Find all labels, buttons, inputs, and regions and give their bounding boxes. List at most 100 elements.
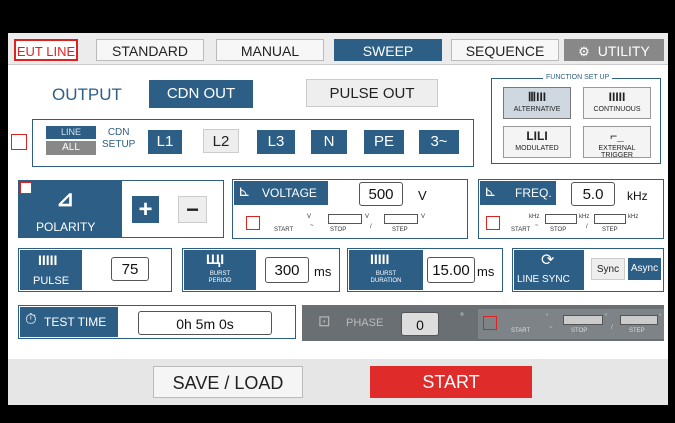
screen: EUT LINE STANDARD MANUAL SWEEP SEQUENCE … [0,0,675,423]
voltage-stop-field[interactable] [328,214,362,224]
tab-sweep[interactable]: SWEEP [334,39,442,61]
modulated-button[interactable]: LILI MODULATED [503,126,571,158]
phase-slash: / [611,325,613,331]
tab-standard[interactable]: STANDARD [96,39,204,61]
output-label: OUTPUT [52,85,122,104]
sync-button[interactable]: Sync [591,258,625,280]
phase-value[interactable]: 0 [401,312,439,336]
phase-stop-field[interactable] [563,315,603,325]
voltage-step-field[interactable] [384,214,418,224]
external-trigger-label: EXTERNAL TRIGGER [598,145,636,159]
pulse-value[interactable]: 75 [111,257,149,281]
phase-step-label: STEP [629,328,645,334]
burst-period-label: BURST PERIOD [208,271,232,284]
cdn-setup-box [32,119,474,167]
voltage-start-label: START [274,227,294,233]
freq-unit: kHz [627,189,648,203]
bottom-bar: SAVE / LOAD START [8,359,668,405]
phase-icon: ⊡ [318,313,331,330]
voltage-unit: V [418,188,427,203]
freq-sweep-checkbox[interactable] [486,216,500,230]
top-black-bar [0,0,675,33]
burst-period-value[interactable]: 300 [265,257,309,283]
polarity-checkbox[interactable] [20,182,32,194]
tab-eut-line[interactable]: EUT LINE [14,39,78,61]
voltage-value[interactable]: 500 [359,182,403,206]
voltage-stop-label: STOP [330,227,347,233]
phase-step-field[interactable] [620,315,658,325]
tab-bar: EUT LINE STANDARD MANUAL SWEEP SEQUENCE … [8,33,668,65]
polarity-minus-button[interactable]: − [178,196,207,223]
start-button[interactable]: START [370,366,532,398]
burst-duration-icon: IIIII [370,251,390,267]
line-l3-button[interactable]: L3 [257,130,295,154]
main-panel: EUT LINE STANDARD MANUAL SWEEP SEQUENCE … [8,33,668,405]
burst-duration-unit: ms [477,264,495,279]
burst-duration-value[interactable]: 15.00 [427,257,475,283]
external-trigger-button[interactable]: ⌐_ EXTERNAL TRIGGER [583,126,651,159]
line-l1-button[interactable]: L1 [148,130,182,154]
line-sync-label: LINE SYNC [517,274,570,285]
voltage-tilde: ~ [310,223,314,229]
all-toggle[interactable]: ALL [46,141,96,155]
freq-value[interactable]: 5.0 [571,182,615,206]
stopwatch-icon: ⏱ [25,311,37,328]
voltage-sweep-checkbox[interactable] [246,216,260,230]
test-time-label: TEST TIME [44,315,107,329]
freq-stop-label: STOP [550,227,567,233]
phase-start-label: START [511,328,531,334]
external-trigger-icon: ⌐_ [610,129,624,143]
test-time-value[interactable]: 0h 5m 0s [138,311,272,335]
phase-start-deg: ° [546,314,549,320]
modulated-icon: LILI [526,129,548,143]
continuous-button[interactable]: IIIII CONTINUOUS [583,87,651,119]
voltage-slash: / [370,224,372,230]
alternative-button[interactable]: ⅢIII ALTERNATIVE [503,87,571,119]
tab-utility-label: UTILITY [597,43,650,59]
line-pe-button[interactable]: PE [364,130,404,154]
tab-utility[interactable]: ⚙ UTILITY [564,39,664,61]
freq-start-unit: kHz [529,214,540,220]
voltage-stop-unit: V [365,214,370,220]
burst-duration-label: BURST DURATION [370,271,402,284]
pulse-icon: IIIII [38,252,58,268]
line-n-button[interactable]: N [311,130,347,154]
voltage-label: VOLTAGE [262,186,317,200]
freq-step-unit: kHz [628,214,639,220]
cdn-setup-label: CDN SETUP [102,127,136,150]
pulse-out-button[interactable]: PULSE OUT [306,79,438,107]
freq-icon: ⊾ [484,183,497,200]
freq-stop-unit: kHz [579,214,590,220]
phase-label: PHASE [346,317,384,329]
continuous-icon: IIIII [608,90,626,104]
voltage-icon: ⊾ [238,183,251,200]
line-l2-button[interactable]: L2 [203,129,239,153]
phase-stop-label: STOP [571,328,588,334]
burst-period-unit: ms [314,264,332,279]
cdn-setup-checkbox[interactable] [11,134,27,150]
tab-sequence[interactable]: SEQUENCE [451,39,559,61]
freq-stop-field[interactable] [545,214,577,224]
freq-slash: / [586,224,588,230]
polarity-plus-button[interactable]: + [132,196,159,223]
freq-label: FREQ. [515,186,552,200]
continuous-label: CONTINUOUS [593,106,641,113]
phase-tilde: ~ [549,325,553,331]
sync-icon: ⟳ [541,252,555,269]
phase-step-deg: ° [659,314,662,320]
voltage-step-label: STEP [392,227,408,233]
phase-deg: ° [460,312,464,323]
cdn-out-button[interactable]: CDN OUT [149,80,253,108]
freq-start-label: START [511,227,531,233]
polarity-label: POLARITY [36,220,96,234]
phase-sweep-checkbox[interactable] [483,316,497,330]
save-load-button[interactable]: SAVE / LOAD [153,366,303,398]
line-toggle[interactable]: LINE [46,126,96,139]
tab-manual[interactable]: MANUAL [216,39,324,61]
async-button[interactable]: Async [628,258,661,280]
line-3phase-button[interactable]: 3~ [419,130,459,154]
modulated-label: MODULATED [515,145,559,152]
polarity-icon: ⊿ [56,186,75,211]
freq-step-field[interactable] [594,214,626,224]
voltage-start-unit: V [307,214,312,220]
